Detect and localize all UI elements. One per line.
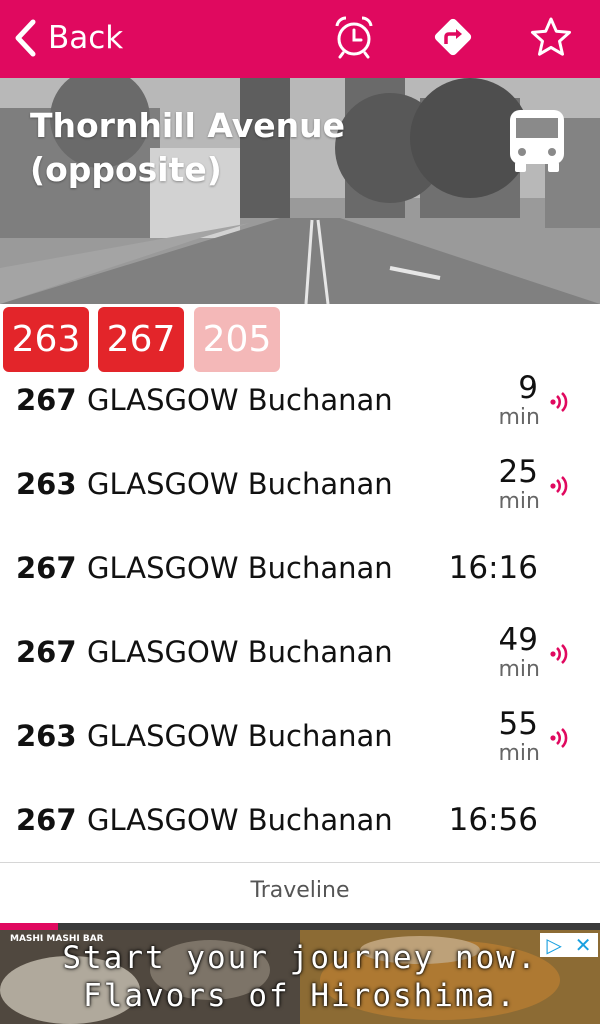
advert-subline: Flavors of Hiroshima. (83, 978, 517, 1014)
departure-row[interactable]: 267 GLASGOW Buchanan 9 min (0, 370, 600, 458)
stop-header-photo: Thornhill Avenue (opposite) (0, 78, 600, 304)
realtime-icon (550, 392, 568, 412)
departure-due-unit: min (498, 741, 541, 766)
route-filter-bar: 263 267 205 (0, 304, 600, 374)
bus-icon (510, 110, 564, 172)
departure-row[interactable]: 267 GLASGOW Buchanan 16:16 (0, 542, 600, 626)
back-label: Back (48, 20, 124, 56)
departure-due-minutes: 9 (518, 370, 538, 406)
departure-destination: GLASGOW Buchanan (87, 635, 393, 669)
stop-name-line1: Thornhill Avenue (30, 106, 345, 145)
ad-separator (0, 923, 600, 930)
departure-due-unit: min (498, 405, 541, 430)
departure-row[interactable]: 263 GLASGOW Buchanan 25 min (0, 454, 600, 542)
departure-due-unit: min (498, 657, 541, 682)
departure-destination: GLASGOW Buchanan (87, 383, 393, 417)
directions-icon (434, 18, 472, 56)
departure-destination: GLASGOW Buchanan (87, 719, 393, 753)
ad-choices-icon: ▷ (546, 933, 562, 957)
route-chip-205[interactable]: 205 (194, 307, 280, 372)
departure-due-minutes: 55 (498, 706, 538, 742)
departure-route: 267 (16, 383, 77, 417)
ad-separator-accent (0, 923, 58, 930)
top-nav-bar: Back (0, 0, 600, 78)
advert-banner[interactable]: MASHI MASHI BAR Start your journey now. … (0, 930, 600, 1024)
departure-scheduled-time: 16:16 (448, 550, 538, 586)
realtime-icon (550, 728, 568, 748)
departure-row[interactable]: 267 GLASGOW Buchanan 49 min (0, 622, 600, 710)
departure-row[interactable]: 263 GLASGOW Buchanan 55 min (0, 706, 600, 794)
favourite-button[interactable] (526, 12, 576, 62)
ad-close-icon[interactable]: ✕ (575, 933, 592, 957)
departure-route: 263 (16, 719, 77, 753)
star-icon (531, 17, 571, 56)
departure-route: 263 (16, 467, 77, 501)
chevron-left-icon (15, 19, 36, 57)
departure-scheduled-time: 16:56 (448, 802, 538, 838)
departure-due-unit: min (498, 489, 541, 514)
departure-route: 267 (16, 551, 77, 585)
departure-due-minutes: 49 (498, 622, 538, 658)
directions-button[interactable] (428, 12, 478, 62)
stop-name: Thornhill Avenue (opposite) (30, 104, 450, 192)
departure-destination: GLASGOW Buchanan (87, 803, 393, 837)
realtime-icon (550, 644, 568, 664)
departure-destination: GLASGOW Buchanan (87, 467, 393, 501)
route-chip-267[interactable]: 267 (98, 307, 184, 372)
departure-row[interactable]: 267 GLASGOW Buchanan 16:56 (0, 794, 600, 878)
stop-name-line2: (opposite) (30, 150, 222, 189)
realtime-icon (550, 476, 568, 496)
advert-headline: Start your journey now. (62, 940, 538, 976)
footer-divider (0, 862, 600, 863)
departure-destination: GLASGOW Buchanan (87, 551, 393, 585)
ad-choices-button[interactable]: ▷ ✕ (540, 933, 598, 957)
data-source-label: Traveline (250, 878, 350, 903)
departure-route: 267 (16, 635, 77, 669)
departure-route: 267 (16, 803, 77, 837)
back-button[interactable]: Back (12, 14, 123, 62)
route-chip-263[interactable]: 263 (3, 307, 89, 372)
alarm-clock-icon (335, 16, 373, 59)
alarm-clock-button[interactable] (329, 12, 379, 62)
departure-due-minutes: 25 (498, 454, 538, 490)
